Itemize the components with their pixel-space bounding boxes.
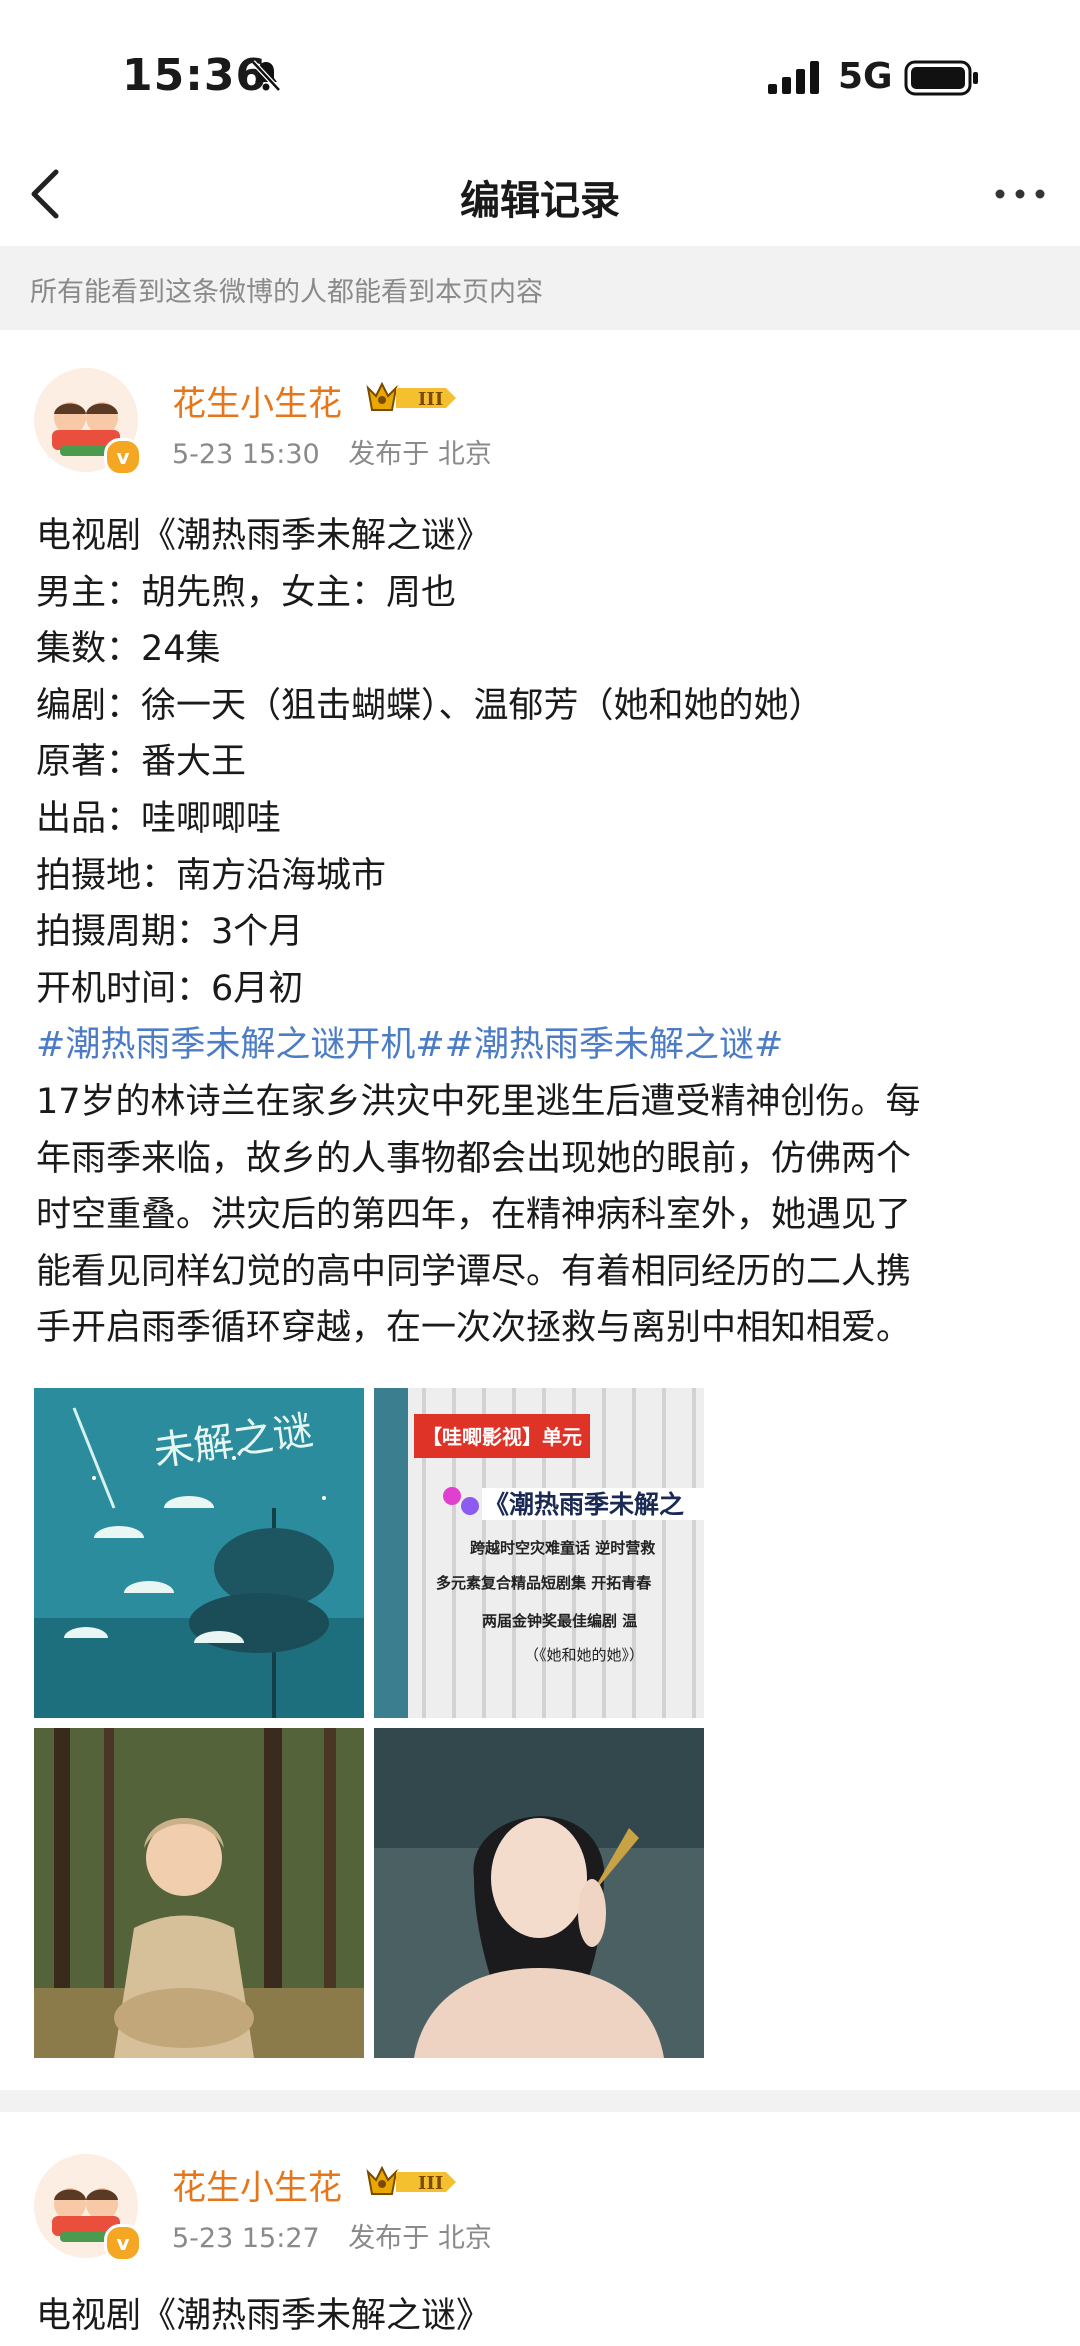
text-line: 编剧：徐一天（狙击蝴蝶）、温郁芳（她和她的她）: [36, 685, 824, 726]
announcement-line: 跨越时空灾难童话 逆时营救: [470, 1539, 655, 1557]
network-type: 5G: [838, 56, 893, 97]
visibility-notice: 所有能看到这条微博的人都能看到本页内容: [0, 246, 1080, 330]
announcement-graphic: 【哇唧影视】单元 《潮热雨季未解之 跨越时空灾难童话 逆时营救 多元素复合精品短…: [374, 1388, 704, 1718]
nav-bar: 编辑记录: [0, 140, 1080, 246]
page-title: 编辑记录: [460, 178, 620, 224]
hashtag-links[interactable]: #潮热雨季未解之谜开机##潮热雨季未解之谜#: [36, 1017, 1046, 1074]
text-line: 能看见同样幻觉的高中同学谭尽。有着相同经历的二人携: [36, 1251, 912, 1292]
signal-icon: [768, 61, 819, 94]
post-time: 5-23 15:30: [172, 439, 320, 470]
post-location: 发布于 北京: [348, 2223, 492, 2254]
post-body: 电视剧《潮热雨季未解之谜》 男主：胡先煦，女主：周也 集数：24集 编剧：徐一天…: [36, 508, 1046, 1357]
text-line: 开机时间：6月初: [36, 968, 304, 1009]
text-line: 拍摄地：南方沿海城市: [36, 855, 387, 896]
verified-badge: v: [104, 2224, 142, 2262]
more-options-icon[interactable]: [990, 174, 1050, 214]
level-text: III: [418, 389, 443, 410]
poster-illustration: 未解之谜: [34, 1388, 364, 1718]
photo-actor[interactable]: [34, 1728, 364, 2058]
announcement-banner: 【哇唧影视】单元: [422, 1425, 582, 1449]
text-line: 时空重叠。洪灾后的第四年，在精神病科室外，她遇见了: [36, 1195, 912, 1236]
bell-muted-icon: [251, 60, 281, 92]
actor-photo: [34, 1728, 364, 2058]
clock: 15:36: [122, 50, 268, 101]
text-line: 17岁的林诗兰在家乡洪灾中死里逃生后遭受精神创伤。每: [36, 1081, 921, 1122]
text-line: 男主：胡先煦，女主：周也: [36, 572, 457, 613]
text-line: 集数：24集: [36, 629, 221, 670]
post-time: 5-23 15:27: [172, 2223, 320, 2254]
photo-actress[interactable]: [374, 1728, 704, 2058]
status-bar: 15:36 5G: [0, 0, 1080, 140]
text-line: 拍摄周期：3个月: [36, 912, 304, 953]
battery-icon: [904, 60, 978, 96]
text-line: 手开启雨季循环穿越，在一次次拯救与离别中相知相爱。: [36, 1308, 912, 1349]
text-line: 电视剧《潮热雨季未解之谜》: [36, 516, 492, 556]
announcement-line: （《她和她的她》）: [524, 1646, 644, 1664]
username[interactable]: 花生小生花: [172, 376, 342, 425]
member-level-badge: III: [366, 2165, 456, 2195]
text-line: 年雨季来临，故乡的人事物都会出现她的眼前，仿佛两个: [36, 1138, 912, 1179]
photo-announcement[interactable]: 【哇唧影视】单元 《潮热雨季未解之 跨越时空灾难童话 逆时营救 多元素复合精品短…: [374, 1388, 704, 1718]
member-level-badge: III: [366, 381, 456, 411]
announcement-title: 《潮热雨季未解之: [484, 1490, 684, 1519]
photo-poster[interactable]: 未解之谜: [34, 1388, 364, 1718]
edit-record-2: v 花生小生花 III 5-23 15:27 发布于 北京 电视剧《潮热雨季未解…: [0, 2112, 1080, 2346]
username[interactable]: 花生小生花: [172, 2160, 342, 2209]
announcement-line: 多元素复合精品短剧集 开拓青春: [436, 1574, 651, 1592]
verified-badge: v: [104, 438, 142, 476]
section-divider: [0, 2090, 1080, 2112]
text-line: 出品：哇唧唧哇: [36, 798, 282, 839]
text-line: 电视剧《潮热雨季未解之谜》: [36, 2296, 492, 2336]
announcement-line: 两届金钟奖最佳编剧 温: [482, 1612, 637, 1630]
notice-text: 所有能看到这条微博的人都能看到本页内容: [30, 277, 543, 308]
post-body: 电视剧《潮热雨季未解之谜》: [36, 2288, 1046, 2345]
post-meta: 5-23 15:27 发布于 北京: [172, 2216, 492, 2255]
edit-record-1: v 花生小生花 III 5-23 15:30 发布于 北京 电视剧《潮热雨季未解…: [0, 330, 1080, 2090]
actress-photo: [374, 1728, 704, 2058]
post-location: 发布于 北京: [348, 439, 492, 470]
post-meta: 5-23 15:30 发布于 北京: [172, 432, 492, 471]
text-line: 原著：番大王: [36, 742, 247, 783]
level-text: III: [418, 2173, 443, 2194]
